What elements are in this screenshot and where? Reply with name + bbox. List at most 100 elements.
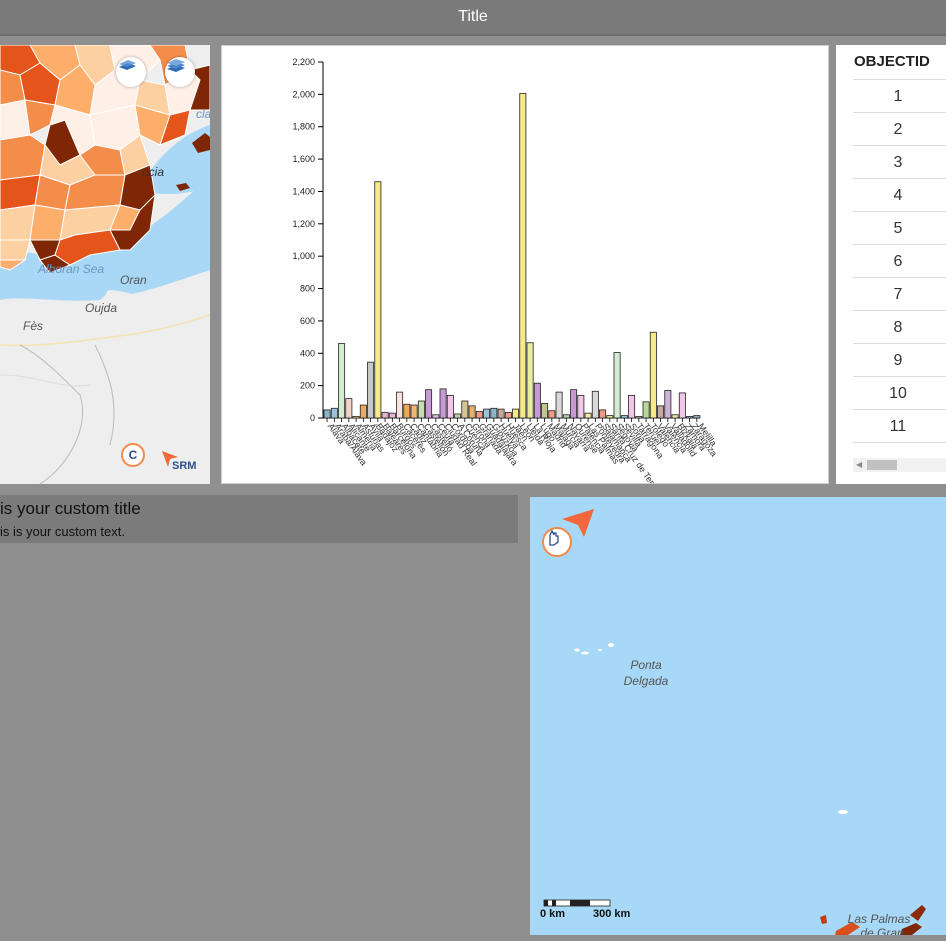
map2-canvas[interactable] — [530, 497, 946, 935]
bar — [657, 405, 665, 419]
y-tick-label: 800 — [300, 284, 315, 294]
bar — [425, 389, 433, 419]
bar — [671, 414, 679, 419]
table-row[interactable]: 9 — [853, 344, 946, 377]
label-valencia: ncia — [142, 165, 165, 179]
table-row[interactable]: 6 — [853, 245, 946, 278]
bar — [533, 382, 541, 419]
bar — [570, 389, 578, 419]
label-oran: Oran — [120, 273, 147, 287]
label-cut-top: cla — [196, 107, 210, 121]
bar — [374, 181, 382, 419]
bar — [359, 404, 367, 419]
y-tick-label: 600 — [300, 316, 315, 326]
bar — [584, 412, 592, 419]
bar — [548, 410, 556, 419]
horizontal-scrollbar[interactable]: ◀ — [853, 458, 946, 472]
islands-map[interactable]: Ponta Delgada Las Palmas de Gran 0 km 30… — [530, 497, 946, 935]
layers-icon — [167, 59, 185, 72]
table-row[interactable]: 1 — [853, 80, 946, 113]
bar — [461, 400, 469, 419]
bar — [504, 411, 512, 419]
bar — [432, 414, 440, 419]
map-canvas[interactable] — [0, 45, 210, 484]
y-tick-label: 200 — [300, 381, 315, 391]
bar — [345, 398, 353, 419]
bar — [562, 414, 570, 419]
bar — [620, 415, 628, 419]
bar — [475, 411, 483, 419]
table-cell-objectid: 9 — [893, 352, 903, 369]
top-bar: Title — [0, 0, 946, 36]
bar — [635, 415, 643, 419]
table-row[interactable]: 3 — [853, 146, 946, 179]
y-tick-label: 0 — [310, 413, 315, 423]
bar — [381, 411, 389, 419]
layers-button[interactable] — [165, 57, 195, 87]
table-row[interactable]: 4 — [853, 179, 946, 212]
table-cell-objectid: 7 — [893, 286, 903, 303]
label-ponta: Ponta — [630, 658, 662, 672]
basemap-icon — [119, 60, 136, 70]
bar — [446, 394, 454, 419]
bar — [664, 390, 672, 419]
label-alboran-sea: Alboran Sea — [38, 262, 105, 276]
bar — [323, 409, 331, 419]
custom-text: is is your custom text. — [0, 524, 125, 539]
bar — [591, 390, 599, 419]
scroll-left-icon[interactable]: ◀ — [856, 460, 862, 469]
bar — [468, 405, 476, 419]
attribute-table[interactable]: OBJECTID 1 2 3 4 5 6 7 8 9 10 11 ◀ — [836, 45, 946, 484]
scale-label-left: 0 km — [540, 908, 566, 920]
bar — [352, 415, 360, 419]
bar — [541, 403, 549, 419]
bar — [613, 352, 621, 419]
label-fes: Fès — [23, 319, 44, 333]
table-row[interactable]: 2 — [853, 113, 946, 146]
table-cell-objectid: 5 — [893, 220, 903, 237]
bar — [678, 392, 686, 419]
bar — [367, 361, 375, 419]
bar — [649, 331, 657, 419]
table-cell-objectid: 8 — [893, 319, 903, 336]
bar — [642, 401, 650, 419]
table-cell-objectid: 6 — [893, 253, 903, 270]
label-delgada: Delgada — [623, 674, 669, 688]
basemap-button[interactable] — [116, 57, 146, 87]
bar — [497, 408, 505, 419]
bar — [330, 407, 338, 419]
bar — [454, 413, 462, 419]
bar — [686, 415, 694, 419]
bar — [417, 400, 425, 419]
bar — [396, 391, 404, 419]
bar — [403, 403, 411, 419]
bar — [519, 93, 527, 419]
choropleth-map[interactable]: Alboran Sea Oran Oujda Fès ncia cla C SR… — [0, 45, 210, 484]
bar — [410, 404, 418, 419]
y-tick-label: 1,400 — [292, 186, 315, 196]
bar — [388, 412, 396, 419]
chart-panel: 0 200 400 600 800 1,000 1,200 1,400 1,600 1,800 2,… — [221, 45, 829, 484]
table-cell-objectid: 4 — [893, 187, 903, 204]
table-header-objectid[interactable]: OBJECTID — [854, 53, 946, 70]
label-de-gran: de Gran — [860, 926, 904, 935]
page-title: Title — [458, 8, 488, 25]
table-row[interactable]: 8 — [853, 311, 946, 344]
bar — [599, 409, 607, 419]
bar — [338, 343, 346, 419]
scrollbar-thumb[interactable] — [867, 460, 897, 470]
bar — [490, 407, 498, 419]
y-tick-label: 1,200 — [292, 219, 315, 229]
custom-title: is your custom title — [0, 499, 141, 518]
table-row[interactable]: 7 — [853, 278, 946, 311]
copyright-icon[interactable]: C — [121, 443, 145, 467]
y-tick-label: 2,000 — [292, 89, 315, 99]
bar — [628, 394, 636, 419]
table-row[interactable]: 5 — [853, 212, 946, 245]
table-cell-objectid: 11 — [889, 418, 907, 435]
y-tick-label: 1,000 — [292, 251, 315, 261]
table-row[interactable]: 10 — [853, 377, 946, 410]
y-tick-label: 1,600 — [292, 154, 315, 164]
table-row[interactable]: 11 — [853, 410, 946, 443]
svg-text:SRM: SRM — [172, 460, 196, 472]
